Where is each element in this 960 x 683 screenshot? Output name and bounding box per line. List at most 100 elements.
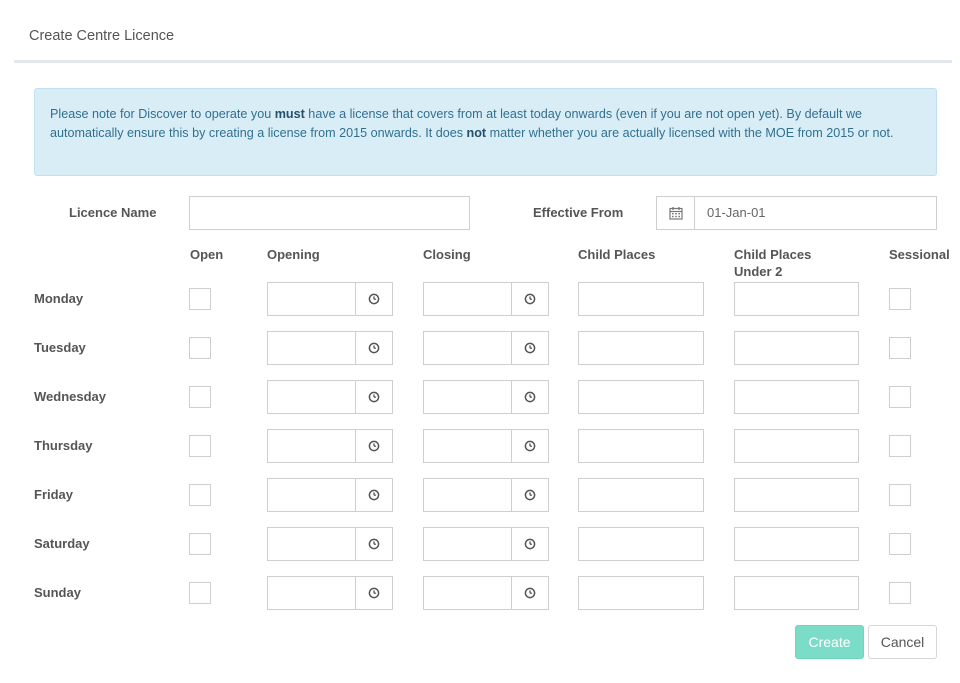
child-places-input[interactable] bbox=[578, 331, 704, 365]
calendar-icon bbox=[669, 207, 683, 220]
opening-time-input[interactable] bbox=[267, 282, 356, 316]
clock-icon bbox=[368, 538, 380, 550]
opening-time-group bbox=[267, 576, 393, 610]
day-label: Saturday bbox=[34, 536, 90, 551]
child-places-under-2-input[interactable] bbox=[734, 527, 859, 561]
closing-time-picker-button[interactable] bbox=[511, 527, 549, 561]
alert-bold-not: not bbox=[466, 125, 487, 140]
open-checkbox[interactable] bbox=[189, 484, 211, 506]
opening-time-picker-button[interactable] bbox=[355, 478, 393, 512]
opening-time-group bbox=[267, 282, 393, 316]
clock-icon bbox=[524, 538, 536, 550]
clock-icon bbox=[524, 342, 536, 354]
col-header-sessional: Sessional bbox=[889, 247, 950, 262]
alert-bold-must: must bbox=[274, 107, 305, 121]
sessional-checkbox[interactable] bbox=[889, 435, 911, 457]
opening-time-input[interactable] bbox=[267, 380, 356, 414]
closing-time-picker-button[interactable] bbox=[511, 331, 549, 365]
opening-time-picker-button[interactable] bbox=[355, 527, 393, 561]
child-places-input[interactable] bbox=[578, 282, 704, 316]
sessional-checkbox[interactable] bbox=[889, 582, 911, 604]
closing-time-input[interactable] bbox=[423, 429, 512, 463]
closing-time-group bbox=[423, 331, 549, 365]
clock-icon bbox=[368, 587, 380, 599]
child-places-under-2-input[interactable] bbox=[734, 331, 859, 365]
clock-icon bbox=[368, 391, 380, 403]
opening-time-input[interactable] bbox=[267, 331, 356, 365]
clock-icon bbox=[524, 440, 536, 452]
closing-time-group bbox=[423, 478, 549, 512]
child-places-under-2-input[interactable] bbox=[734, 478, 859, 512]
clock-icon bbox=[368, 440, 380, 452]
closing-time-input[interactable] bbox=[423, 478, 512, 512]
day-label: Thursday bbox=[34, 438, 93, 453]
open-checkbox[interactable] bbox=[189, 533, 211, 555]
opening-time-group bbox=[267, 429, 393, 463]
child-places-under-2-input[interactable] bbox=[734, 380, 859, 414]
closing-time-picker-button[interactable] bbox=[511, 478, 549, 512]
licence-name-label: Licence Name bbox=[69, 205, 157, 220]
child-places-input[interactable] bbox=[578, 576, 704, 610]
opening-time-input[interactable] bbox=[267, 478, 356, 512]
open-checkbox[interactable] bbox=[189, 386, 211, 408]
closing-time-picker-button[interactable] bbox=[511, 429, 549, 463]
child-places-input[interactable] bbox=[578, 527, 704, 561]
opening-time-input[interactable] bbox=[267, 527, 356, 561]
licence-name-input[interactable] bbox=[189, 196, 470, 230]
cancel-button[interactable]: Cancel bbox=[868, 625, 937, 659]
sessional-checkbox[interactable] bbox=[889, 533, 911, 555]
child-places-input[interactable] bbox=[578, 478, 704, 512]
closing-time-input[interactable] bbox=[423, 282, 512, 316]
opening-time-picker-button[interactable] bbox=[355, 429, 393, 463]
opening-time-picker-button[interactable] bbox=[355, 576, 393, 610]
closing-time-picker-button[interactable] bbox=[511, 282, 549, 316]
open-checkbox[interactable] bbox=[189, 435, 211, 457]
col-header-child-places: Child Places bbox=[578, 247, 656, 262]
col-header-child-places-under-2: Child Places Under 2 bbox=[734, 247, 812, 279]
create-button[interactable]: Create bbox=[795, 625, 864, 659]
child-places-under-2-input[interactable] bbox=[734, 576, 859, 610]
child-places-under-2-input[interactable] bbox=[734, 282, 859, 316]
day-label: Monday bbox=[34, 291, 84, 306]
col-header-closing: Closing bbox=[423, 247, 471, 262]
alert-text-3: matter whether you are actually licensed… bbox=[486, 125, 894, 140]
sessional-checkbox[interactable] bbox=[889, 484, 911, 506]
header-divider bbox=[14, 60, 952, 63]
closing-time-input[interactable] bbox=[423, 576, 512, 610]
closing-time-input[interactable] bbox=[423, 527, 512, 561]
closing-time-input[interactable] bbox=[423, 380, 512, 414]
opening-time-group bbox=[267, 380, 393, 414]
child-places-under-2-input[interactable] bbox=[734, 429, 859, 463]
closing-time-input[interactable] bbox=[423, 331, 512, 365]
effective-from-input[interactable]: 01-Jan-01 bbox=[694, 196, 937, 230]
opening-time-input[interactable] bbox=[267, 576, 356, 610]
child-places-input[interactable] bbox=[578, 429, 704, 463]
closing-time-group bbox=[423, 527, 549, 561]
alert-text-1: Please note for Discover to operate you bbox=[50, 107, 275, 121]
open-checkbox[interactable] bbox=[189, 582, 211, 604]
closing-time-picker-button[interactable] bbox=[511, 380, 549, 414]
clock-icon bbox=[524, 293, 536, 305]
clock-icon bbox=[524, 587, 536, 599]
opening-time-input[interactable] bbox=[267, 429, 356, 463]
opening-time-picker-button[interactable] bbox=[355, 331, 393, 365]
closing-time-picker-button[interactable] bbox=[511, 576, 549, 610]
info-alert: Please note for Discover to operate you … bbox=[34, 88, 937, 176]
open-checkbox[interactable] bbox=[189, 288, 211, 310]
clock-icon bbox=[368, 293, 380, 305]
date-picker-button[interactable] bbox=[656, 196, 695, 230]
opening-time-group bbox=[267, 527, 393, 561]
sessional-checkbox[interactable] bbox=[889, 337, 911, 359]
closing-time-group bbox=[423, 576, 549, 610]
day-label: Wednesday bbox=[34, 389, 107, 404]
opening-time-picker-button[interactable] bbox=[355, 282, 393, 316]
effective-from-label: Effective From bbox=[533, 205, 624, 220]
sessional-checkbox[interactable] bbox=[889, 288, 911, 310]
col-header-opening: Opening bbox=[267, 247, 320, 262]
day-label: Sunday bbox=[34, 585, 81, 600]
open-checkbox[interactable] bbox=[189, 337, 211, 359]
child-places-input[interactable] bbox=[578, 380, 704, 414]
sessional-checkbox[interactable] bbox=[889, 386, 911, 408]
clock-icon bbox=[368, 489, 380, 501]
opening-time-picker-button[interactable] bbox=[355, 380, 393, 414]
